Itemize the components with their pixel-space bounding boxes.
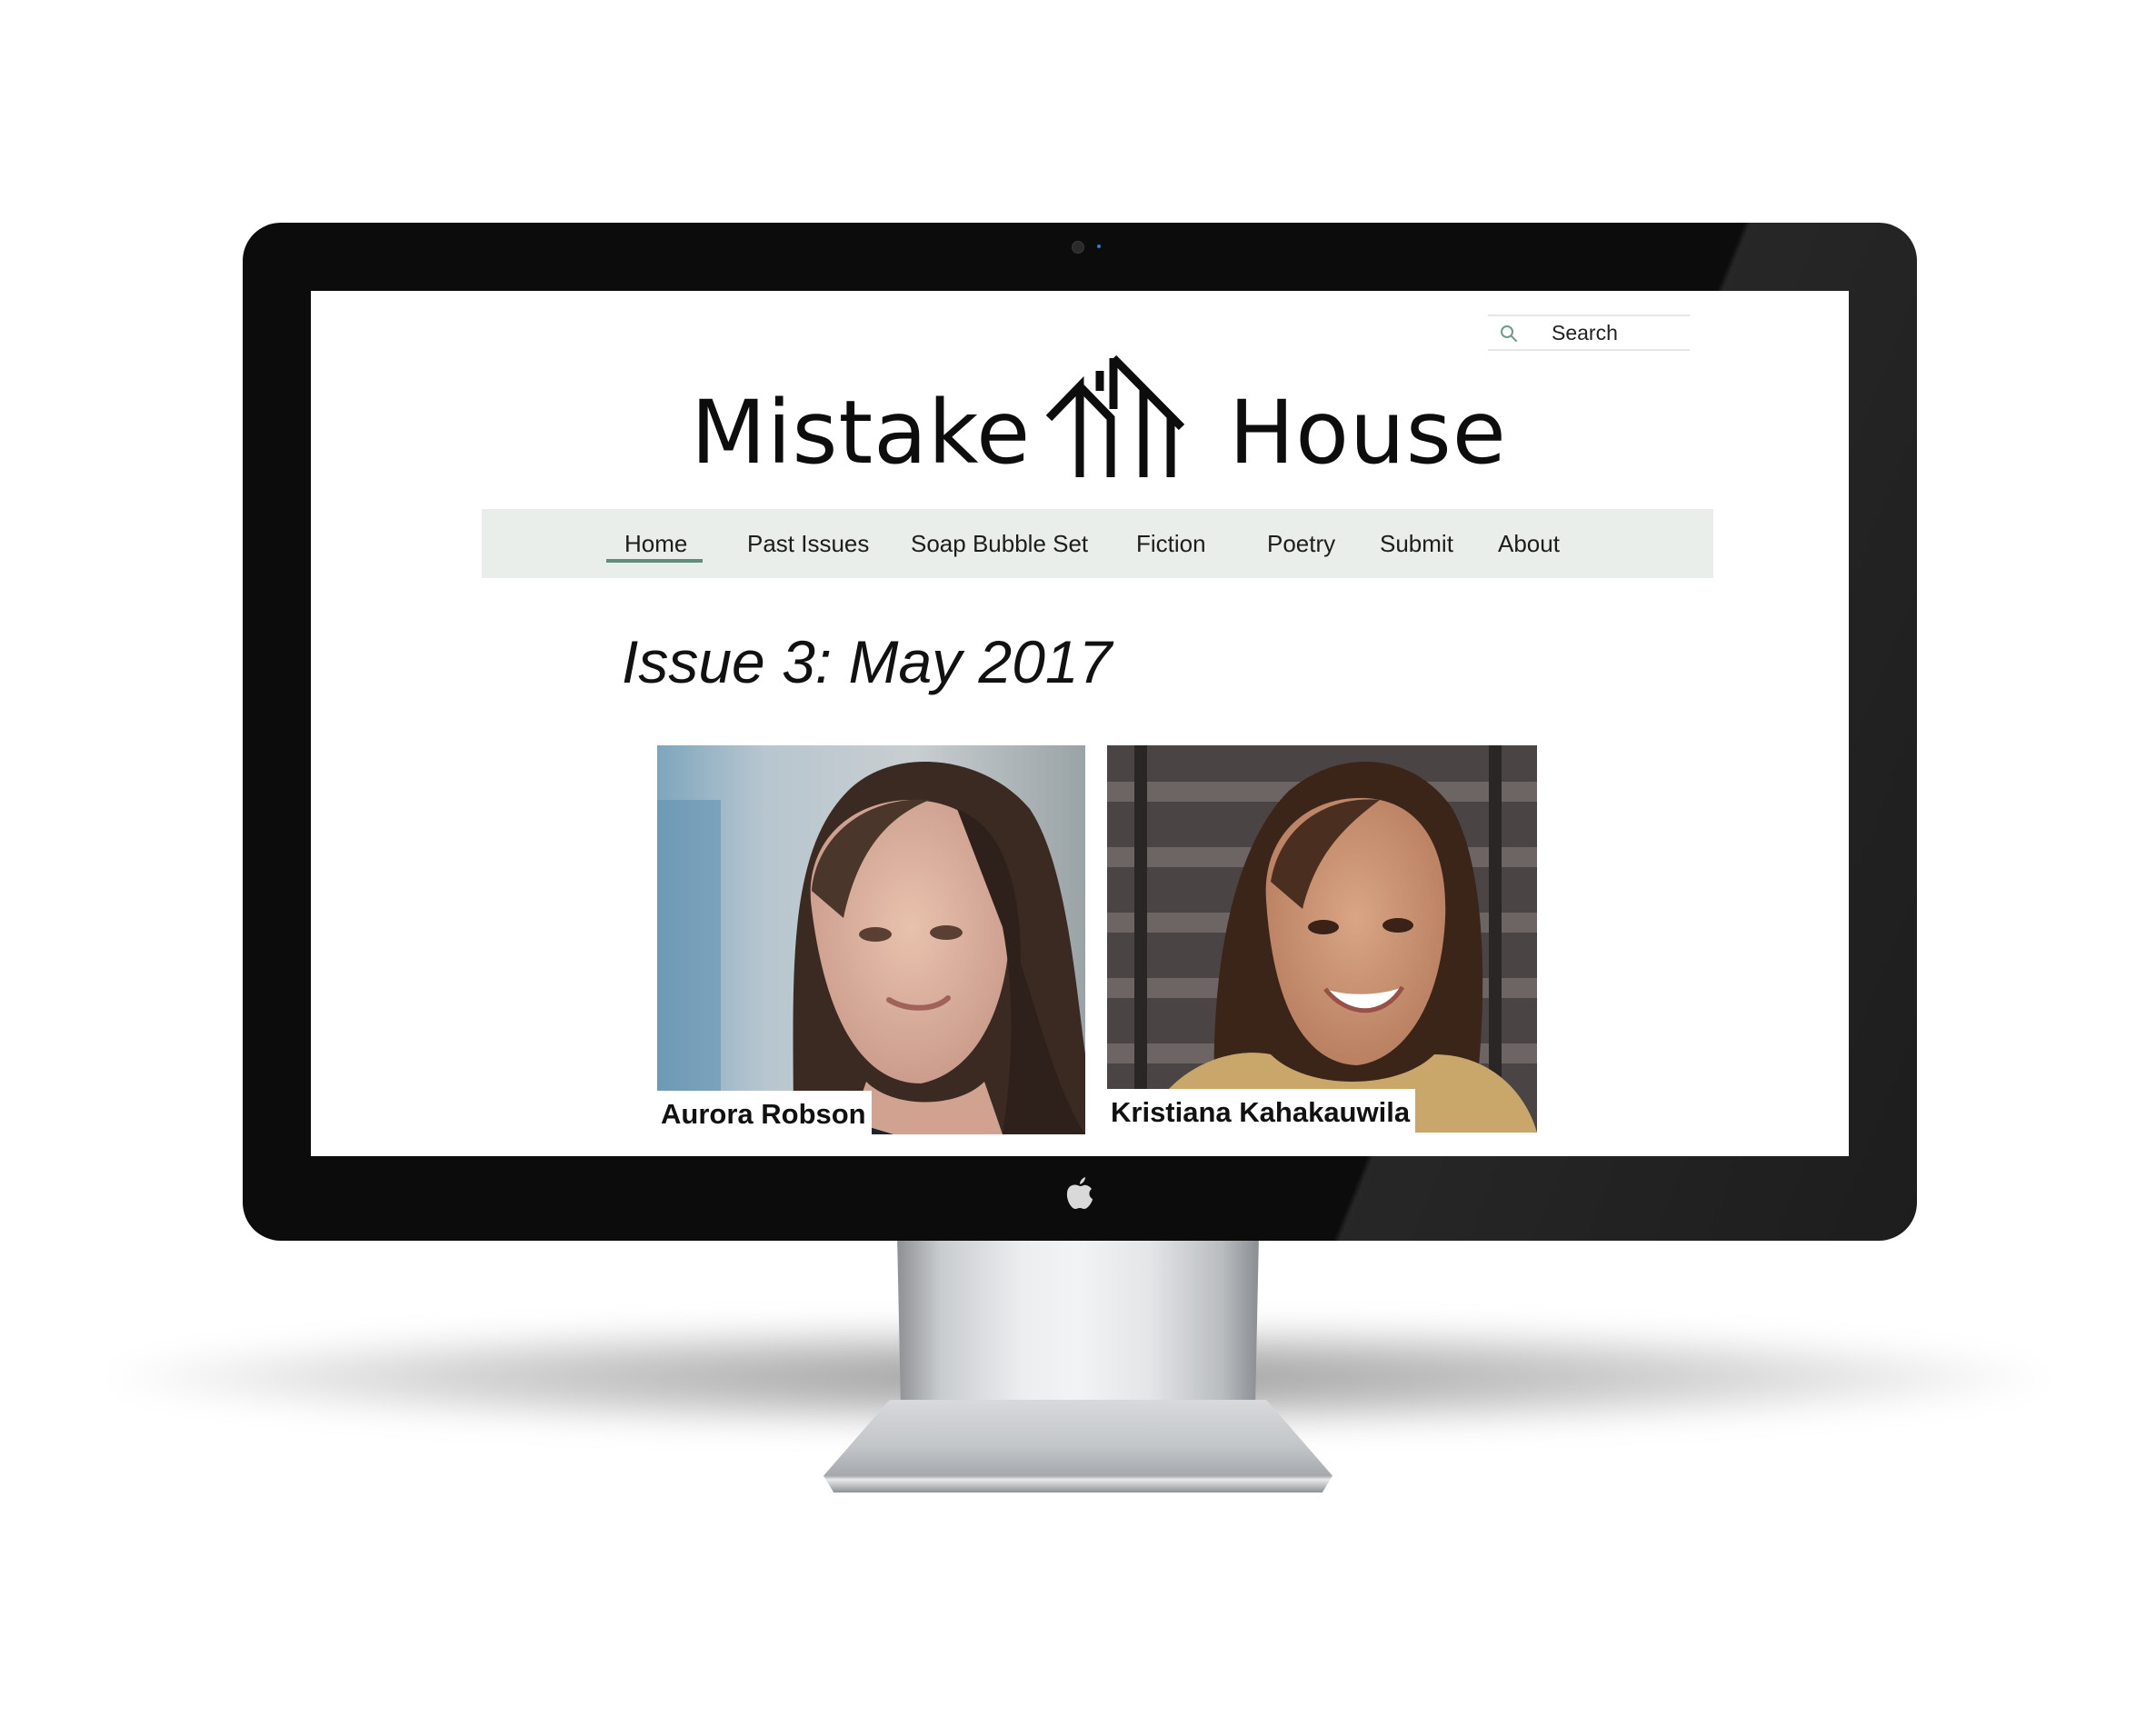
- portrait-image: [657, 745, 1085, 1134]
- contributor-name[interactable]: Aurora Robson: [657, 1091, 872, 1134]
- nav-fiction[interactable]: Fiction: [1136, 509, 1206, 578]
- main-nav: Home Past Issues Soap Bubble Set Fiction…: [482, 509, 1713, 578]
- contributor-card-kristiana-kahakauwila[interactable]: Kristiana Kahakauwila: [1107, 745, 1537, 1133]
- search-box[interactable]: [1488, 314, 1690, 351]
- camera-icon: [1072, 241, 1084, 254]
- site-logo[interactable]: Mistake House: [311, 354, 1849, 491]
- search-input[interactable]: [1552, 320, 1679, 345]
- website-screen: Mistake House Home Past Issues Soap Bubb…: [311, 291, 1849, 1156]
- search-icon[interactable]: [1499, 324, 1519, 344]
- monitor-frame: Mistake House Home Past Issues Soap Bubb…: [243, 223, 1917, 1241]
- monitor-stand-neck: [897, 1234, 1259, 1407]
- logo-text-mistake: Mistake: [691, 382, 1032, 484]
- apple-logo-icon: [1066, 1177, 1093, 1209]
- monitor-stand-foot: [823, 1400, 1333, 1492]
- nav-past-issues[interactable]: Past Issues: [747, 509, 869, 578]
- contributor-name[interactable]: Kristiana Kahakauwila: [1107, 1089, 1416, 1133]
- nav-active-underline: [606, 559, 703, 563]
- nav-home[interactable]: Home: [624, 509, 687, 578]
- house-lines-logo-icon: [1045, 354, 1185, 477]
- issue-title: Issue 3: May 2017: [622, 628, 1113, 695]
- nav-soap-bubble-set[interactable]: Soap Bubble Set: [911, 509, 1088, 578]
- logo-text-house: House: [1229, 382, 1507, 484]
- contributor-card-aurora-robson[interactable]: Aurora Robson: [657, 745, 1085, 1134]
- nav-submit[interactable]: Submit: [1380, 509, 1453, 578]
- nav-poetry[interactable]: Poetry: [1267, 509, 1335, 578]
- nav-about[interactable]: About: [1498, 509, 1560, 578]
- portrait-image: [1107, 745, 1537, 1133]
- camera-led: [1097, 245, 1101, 248]
